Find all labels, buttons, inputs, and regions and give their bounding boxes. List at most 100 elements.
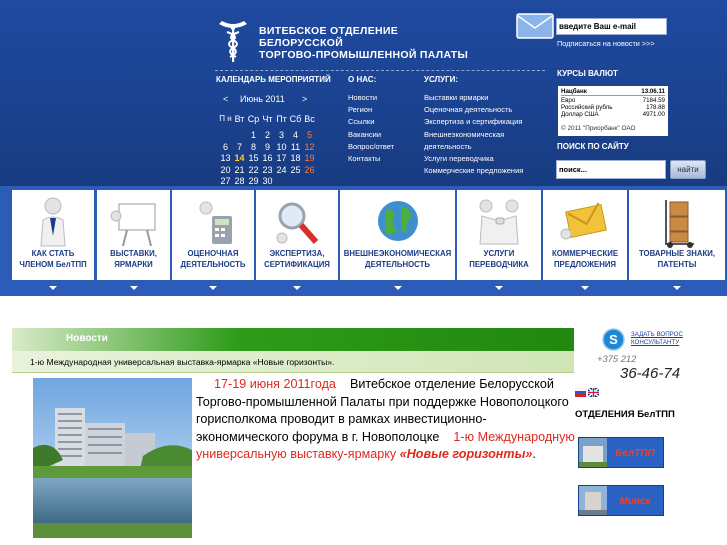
nav-card-label-line-2[interactable]: ЯРМАРКИ — [97, 259, 170, 270]
ask-consultant-line-2[interactable]: КОНСУЛЬТАНТУ — [631, 339, 683, 347]
nav-dropdown-arrow-icon[interactable] — [49, 286, 57, 290]
calendar-day[interactable]: 19 — [303, 153, 316, 164]
nav-dropdown-arrow-icon[interactable] — [673, 286, 681, 290]
nav-card-label[interactable]: КАК СТАТЬ ЧЛЕНОМ БелТПП — [12, 248, 94, 270]
service-link[interactable]: Оценочная деятельность — [424, 104, 523, 116]
nav-card[interactable]: ОЦЕНОЧНАЯ ДЕЯТЕЛЬНОСТЬ — [172, 190, 254, 280]
department-minsk-button[interactable]: Минск — [578, 485, 664, 516]
nav-card[interactable]: КАК СТАТЬ ЧЛЕНОМ БелТПП — [12, 190, 94, 280]
skype-consultant-icon[interactable]: S — [600, 328, 627, 351]
calendar-day[interactable]: 21 — [233, 165, 246, 176]
nav-card-label-line-2[interactable]: ПРЕДЛОЖЕНИЯ — [543, 259, 627, 270]
nav-card-label[interactable]: ЭКСПЕРТИЗА, СЕРТИФИКАЦИЯ — [256, 248, 338, 270]
nav-card-label-line-2[interactable]: ДЕЯТЕЛЬНОСТЬ — [340, 259, 455, 270]
service-link[interactable]: деятельность — [424, 141, 523, 153]
calendar-day[interactable]: 22 — [247, 165, 260, 176]
news-headline[interactable]: 1-ю Международная универсальная выставка… — [30, 357, 334, 367]
subscribe-link[interactable]: Подписаться на новости >>> — [557, 39, 655, 48]
nav-card-label-line-1[interactable]: ВНЕШНЕЭКОНОМИЧЕСКАЯ — [340, 248, 455, 259]
calendar-day[interactable]: 2 — [261, 130, 274, 141]
currency-header-row: Нацбанк 13.06.11 — [561, 88, 665, 96]
about-link[interactable]: Новости — [348, 92, 394, 104]
nav-card-label[interactable]: ВНЕШНЕЭКОНОМИЧЕСКАЯ ДЕЯТЕЛЬНОСТЬ — [340, 248, 455, 270]
department-beltpp-button[interactable]: БелТПП — [578, 437, 664, 468]
service-link[interactable]: Выставки ярмарки — [424, 92, 523, 104]
service-link[interactable]: Услуги переводчика — [424, 153, 523, 165]
calendar-day[interactable]: 10 — [275, 142, 288, 153]
nav-dropdown-arrow-icon[interactable] — [293, 286, 301, 290]
email-input[interactable]: введите Ваш e-mail — [556, 18, 667, 35]
nav-card-label-line-1[interactable]: ЭКСПЕРТИЗА, — [256, 248, 338, 259]
calendar-day[interactable]: 20 — [219, 165, 232, 176]
nav-card[interactable]: ВЫСТАВКИ, ЯРМАРКИ — [97, 190, 170, 280]
nav-dropdown-arrow-icon[interactable] — [393, 286, 402, 290]
ask-consultant-link[interactable]: ЗАДАТЬ ВОПРОС КОНСУЛЬТАНТУ — [631, 331, 683, 347]
nav-dropdown-arrow-icon[interactable] — [581, 286, 589, 290]
calendar-day[interactable]: 6 — [219, 142, 232, 153]
nav-card[interactable]: ВНЕШНЕЭКОНОМИЧЕСКАЯ ДЕЯТЕЛЬНОСТЬ — [340, 190, 455, 280]
calendar-day[interactable]: 15 — [247, 153, 260, 164]
calendar-day[interactable]: 1 — [247, 130, 260, 141]
nav-card-label-line-2[interactable]: ПЕРЕВОДЧИКА — [457, 259, 541, 270]
news-headline-bar[interactable]: 1-ю Международная универсальная выставка… — [12, 351, 574, 373]
nav-card-label-line-1[interactable]: ВЫСТАВКИ, — [97, 248, 170, 259]
nav-card-label[interactable]: УСЛУГИ ПЕРЕВОДЧИКА — [457, 248, 541, 270]
calendar-day[interactable]: 24 — [275, 165, 288, 176]
service-link[interactable]: Коммерческие предложения — [424, 165, 523, 177]
currency-name: Российский рубль — [561, 104, 613, 111]
language-flags-icon[interactable] — [575, 388, 599, 397]
calendar-day[interactable]: 18 — [289, 153, 302, 164]
department-label[interactable]: БелТПП — [607, 448, 663, 459]
nav-card-label[interactable]: ВЫСТАВКИ, ЯРМАРКИ — [97, 248, 170, 270]
nav-card[interactable]: КОММЕРЧЕСКИЕ ПРЕДЛОЖЕНИЯ — [543, 190, 627, 280]
calendar-day[interactable]: 4 — [289, 130, 302, 141]
calendar-day[interactable]: 9 — [261, 142, 274, 153]
department-label[interactable]: Минск — [607, 496, 663, 507]
nav-card-label-line-1[interactable]: КОММЕРЧЕСКИЕ — [543, 248, 627, 259]
calendar-day[interactable]: 26 — [303, 165, 316, 176]
nav-card-label-line-2[interactable]: ЧЛЕНОМ БелТПП — [12, 259, 94, 270]
calendar-day[interactable]: 8 — [247, 142, 260, 153]
nav-dropdown-arrow-icon[interactable] — [129, 286, 138, 290]
nav-card-label-line-1[interactable]: ТОВАРНЫЕ ЗНАКИ, — [629, 248, 725, 259]
calendar-day[interactable]: 3 — [275, 130, 288, 141]
calendar-day[interactable]: 23 — [261, 165, 274, 176]
calendar-day-today[interactable]: 14 — [233, 153, 246, 164]
nav-card-label-line-2[interactable]: ПАТЕНТЫ — [629, 259, 725, 270]
calendar-day[interactable]: 7 — [233, 142, 246, 153]
about-link[interactable]: Ссылки — [348, 116, 394, 128]
nav-card-label-line-1[interactable]: ОЦЕНОЧНАЯ — [172, 248, 254, 259]
service-link[interactable]: Внешнеэкономическая — [424, 129, 523, 141]
calendar-day[interactable]: 12 — [303, 142, 316, 153]
news-event-name[interactable]: «Новые горизонты» — [400, 447, 533, 461]
nav-dropdown-arrow-icon[interactable] — [495, 286, 503, 290]
calendar-day[interactable]: 17 — [275, 153, 288, 164]
nav-card-label-line-1[interactable]: УСЛУГИ — [457, 248, 541, 259]
about-link[interactable]: Вакансии — [348, 129, 394, 141]
ask-consultant-line-1[interactable]: ЗАДАТЬ ВОПРОС — [631, 331, 683, 339]
nav-card[interactable]: УСЛУГИ ПЕРЕВОДЧИКА — [457, 190, 541, 280]
calendar-day[interactable]: 13 — [219, 153, 232, 164]
about-link[interactable]: Вопрос/ответ — [348, 141, 394, 153]
nav-card-label-line-1[interactable]: КАК СТАТЬ — [12, 248, 94, 259]
nav-card-label[interactable]: ТОВАРНЫЕ ЗНАКИ, ПАТЕНТЫ — [629, 248, 725, 270]
service-link[interactable]: Экспертиза и сертификация — [424, 116, 523, 128]
calendar-day[interactable]: 5 — [303, 130, 316, 141]
nav-card-label[interactable]: КОММЕРЧЕСКИЕ ПРЕДЛОЖЕНИЯ — [543, 248, 627, 270]
calendar-day[interactable]: 25 — [289, 165, 302, 176]
about-link[interactable]: Контакты — [348, 153, 394, 165]
search-input[interactable]: поиск... — [556, 160, 666, 179]
nav-card-label-line-2[interactable]: СЕРТИФИКАЦИЯ — [256, 259, 338, 270]
calendar-prev-button[interactable]: < — [223, 94, 228, 104]
calendar-day[interactable]: 16 — [261, 153, 274, 164]
nav-card[interactable]: ЭКСПЕРТИЗА, СЕРТИФИКАЦИЯ — [256, 190, 338, 280]
search-button[interactable]: найти — [670, 160, 706, 179]
calendar-day[interactable]: 11 — [289, 142, 302, 153]
about-link[interactable]: Регион — [348, 104, 394, 116]
calendar-next-button[interactable]: > — [302, 94, 307, 104]
nav-dropdown-arrow-icon[interactable] — [209, 286, 217, 290]
nav-card-label[interactable]: ОЦЕНОЧНАЯ ДЕЯТЕЛЬНОСТЬ — [172, 248, 254, 270]
nav-card[interactable]: ТОВАРНЫЕ ЗНАКИ, ПАТЕНТЫ — [629, 190, 725, 280]
caduceus-logo-icon[interactable] — [217, 18, 249, 64]
nav-card-label-line-2[interactable]: ДЕЯТЕЛЬНОСТЬ — [172, 259, 254, 270]
